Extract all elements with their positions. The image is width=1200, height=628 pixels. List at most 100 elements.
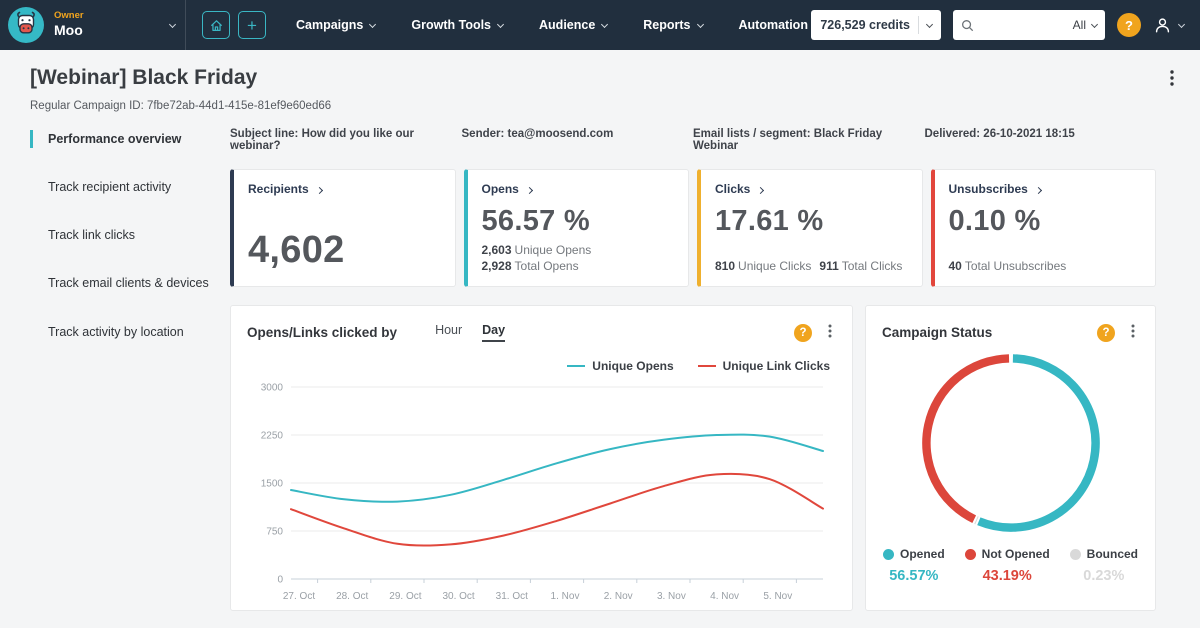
menu-label: Campaigns: [296, 18, 364, 32]
help-button[interactable]: ?: [1117, 13, 1141, 37]
legend-unique-opens: Unique Opens: [567, 359, 674, 373]
stat-card-clicks: Clicks 17.61 % 810 Unique Clicks 911 Total …: [697, 169, 923, 287]
page-title: [Webinar] Black Friday: [30, 66, 258, 89]
clicks-link[interactable]: Clicks: [715, 182, 908, 196]
sidebar-item-link-clicks[interactable]: Track link clicks: [30, 226, 230, 244]
line-chart-wrap: 3000 2250 1500 750 0 27. Oct 28. Oct 29. Oct 30.…: [247, 375, 836, 612]
svg-text:0: 0: [277, 575, 283, 586]
clicks-line: 810 Unique Clicks 911 Total Clicks: [715, 258, 903, 273]
opens-details: 2,603 Unique Opens 2,928 Total Opens: [482, 242, 675, 274]
legend-label: Unique Link Clicks: [722, 359, 830, 373]
legend-label: Opened: [899, 547, 945, 561]
plus-icon: +: [247, 15, 257, 35]
unsubscribes-link[interactable]: Unsubscribes: [949, 182, 1142, 196]
tab-hour[interactable]: Hour: [435, 323, 462, 342]
menu-automation[interactable]: Automation: [739, 18, 808, 32]
kebab-icon: [1131, 324, 1135, 338]
chart-help-button[interactable]: ?: [1097, 323, 1115, 342]
chevron-right-icon: [315, 186, 323, 194]
donut-chart-title: Campaign Status: [882, 325, 993, 340]
stat-card-label: Unsubscribes: [948, 182, 1028, 196]
menu-label: Audience: [539, 18, 596, 32]
page-more-options-button[interactable]: [1166, 66, 1178, 93]
chevron-down-icon: [696, 20, 704, 28]
svg-text:4. Nov: 4. Nov: [710, 591, 739, 602]
account-menu[interactable]: [1153, 16, 1186, 35]
line-chart-title: Opens/Links clicked by: [247, 325, 398, 340]
home-icon: [210, 19, 222, 31]
donut-panel-header: Campaign Status ?: [882, 320, 1139, 345]
campaign-id: Regular Campaign ID: 7fbe72ab-44d1-415e-…: [30, 100, 332, 112]
menu-label: Growth Tools: [411, 18, 492, 32]
stat-card-recipients: Recipients 4,602: [230, 169, 456, 287]
account-name: Moo: [54, 22, 83, 39]
legend-line-swatch: [567, 364, 586, 368]
stat-card-opens: Opens 56.57 % 2,603 Unique Opens 2,928 Tot…: [463, 169, 689, 287]
create-new-button[interactable]: +: [238, 11, 266, 39]
account-switcher[interactable]: Owner Moo: [0, 0, 186, 50]
home-button[interactable]: [202, 11, 230, 39]
search-box: All: [953, 10, 1105, 40]
donut-panel-icons: ?: [1097, 320, 1139, 345]
search-input[interactable]: [980, 18, 1067, 32]
stat-cards-row: Recipients 4,602 Opens 56.57 % 2,603 Uniq…: [230, 169, 1156, 287]
top-navbar: Owner Moo + Campaigns Growth Tools Audie…: [0, 0, 1200, 50]
chevron-down-icon: [496, 20, 505, 28]
svg-text:27. Oct: 27. Oct: [283, 591, 315, 602]
menu-growth-tools[interactable]: Growth Tools: [411, 18, 505, 32]
credits-count: 726,529 credits: [820, 18, 910, 32]
search-filter-value: All: [1072, 18, 1086, 32]
sidebar-item-activity-by-location[interactable]: Track activity by location: [30, 323, 230, 341]
recipients-count: 4,602: [248, 229, 345, 271]
legend-label: Not Opened: [981, 547, 1050, 561]
owner-label: Owner: [54, 10, 84, 22]
page-header: [Webinar] Black Friday: [0, 50, 1200, 93]
line-chart-legend: Unique Opens Unique Link Clicks: [247, 359, 836, 373]
divider: [918, 16, 919, 34]
chevron-right-icon: [1034, 186, 1042, 194]
campaign-status-panel: Campaign Status ? Opened 56.57% Not Open…: [865, 305, 1156, 611]
chart-more-options-button[interactable]: [824, 320, 836, 345]
campaign-meta-row: Subject line: How did you like our webin…: [230, 128, 1156, 152]
legend-opened: Opened 56.57%: [882, 547, 945, 584]
svg-text:29. Oct: 29. Oct: [389, 591, 421, 602]
sidebar-item-recipient-activity[interactable]: Track recipient activity: [30, 178, 230, 196]
unique-opens: 2,603 Unique Opens: [481, 242, 592, 257]
stat-card-label: Clicks: [715, 182, 751, 196]
report-sidebar: Performance overview Track recipient act…: [30, 126, 230, 611]
search-filter-dropdown[interactable]: All: [1067, 18, 1099, 32]
bounced-percentage: 0.23%: [1083, 568, 1125, 584]
svg-text:28. Oct: 28. Oct: [336, 591, 368, 602]
meta-delivered: Delivered: 26-10-2021 18:15: [924, 128, 1075, 140]
opened-dot-icon: [882, 548, 894, 560]
account-info: Owner Moo: [54, 10, 84, 39]
svg-text:3000: 3000: [261, 383, 284, 394]
menu-campaigns[interactable]: Campaigns: [296, 18, 377, 32]
line-panel-header: Opens/Links clicked by Hour Day ?: [247, 320, 836, 345]
menu-label: Reports: [643, 18, 691, 32]
total-opens: 2,928 Total Opens: [481, 258, 579, 273]
interval-tabs: Hour Day: [435, 323, 506, 342]
credits-dropdown[interactable]: 726,529 credits: [811, 10, 941, 40]
main-panel: Subject line: How did you like our webin…: [230, 126, 1156, 611]
donut-chart-wrap: [882, 349, 1139, 537]
legend-not-opened: Not Opened 43.19%: [964, 547, 1050, 584]
recipients-link[interactable]: Recipients: [248, 182, 441, 196]
charts-row: Opens/Links clicked by Hour Day ? Unique…: [230, 305, 1156, 611]
clicks-details: 810 Unique Clicks 911 Total Clicks: [715, 258, 908, 274]
unsubscribes-rate: 0.10 %: [948, 205, 1041, 237]
legend-line-swatch: [697, 364, 716, 368]
tab-day[interactable]: Day: [482, 323, 506, 342]
sidebar-item-email-clients[interactable]: Track email clients & devices: [30, 274, 230, 292]
meta-email-lists: Email lists / segment: Black Friday Webi…: [693, 128, 883, 152]
clicks-rate: 17.61 %: [715, 205, 824, 237]
sidebar-item-performance-overview[interactable]: Performance overview: [30, 130, 230, 149]
menu-audience[interactable]: Audience: [539, 18, 609, 32]
menu-reports[interactable]: Reports: [643, 18, 704, 32]
chevron-right-icon: [757, 186, 765, 194]
chart-help-button[interactable]: ?: [794, 323, 812, 342]
not-opened-percentage: 43.19%: [982, 568, 1032, 584]
svg-text:1. Nov: 1. Nov: [551, 591, 580, 602]
opens-link[interactable]: Opens: [482, 182, 675, 196]
chart-more-options-button[interactable]: [1127, 320, 1139, 345]
